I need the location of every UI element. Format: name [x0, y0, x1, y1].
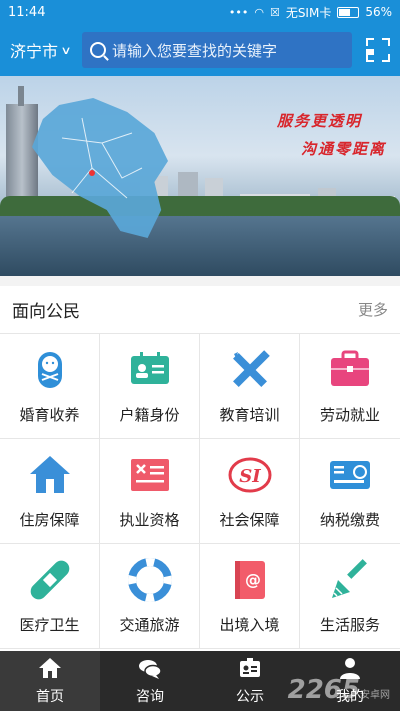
service-label: 生活服务: [319, 615, 380, 634]
lifebuoy-icon: [127, 557, 172, 602]
bottom-tab-bar: 首页 咨询 公示 我的 2265安卓网: [0, 651, 400, 711]
service-label: 交通旅游: [119, 615, 180, 634]
scan-icon[interactable]: [366, 38, 390, 62]
service-label: 劳动就业: [319, 405, 380, 424]
tab-label: 公示: [236, 689, 264, 705]
svg-text:SI: SI: [239, 466, 261, 487]
tax-card-icon: [330, 460, 370, 489]
service-label: 婚育收养: [19, 405, 80, 424]
house-icon: [29, 455, 70, 493]
tab-label: 首页: [36, 689, 64, 705]
more-link[interactable]: 更多: [358, 299, 388, 320]
service-label: 纳税缴费: [319, 510, 380, 529]
pencil-ruler-icon: [232, 349, 270, 387]
banner-image[interactable]: 服务更透明 沟通零距离: [0, 76, 400, 276]
bandage-icon: [30, 560, 69, 599]
notice-board-icon: [240, 658, 260, 677]
search-placeholder: 请输入您要查找的关键字: [112, 41, 278, 60]
dots-icon: •••: [228, 5, 249, 19]
sim-icon: ☒: [269, 5, 280, 19]
battery-percent: 56%: [365, 5, 392, 19]
service-item-social-security[interactable]: SI 社会保障: [200, 439, 300, 544]
service-label: 出境入境: [219, 615, 280, 634]
status-bar: 11:44 ••• ◠ ☒ 无SIM卡 56%: [0, 0, 400, 24]
service-label: 住房保障: [19, 510, 80, 529]
search-input[interactable]: 请输入您要查找的关键字: [82, 32, 352, 68]
watermark-logo: 2265安卓网: [287, 675, 390, 705]
app-header: 济宁市 ∨ 请输入您要查找的关键字: [0, 24, 400, 76]
service-item-medical[interactable]: 医疗卫生: [0, 544, 100, 649]
home-icon: [39, 658, 61, 678]
id-card-icon: [130, 351, 169, 384]
tab-label: 咨询: [136, 689, 164, 705]
citizen-services-section: 面向公民 更多 婚育收养 户籍身份 教育培训 劳动就业 住房保障 执业资格 SI…: [0, 286, 400, 651]
service-item-employment[interactable]: 劳动就业: [300, 334, 400, 439]
service-item-marriage[interactable]: 婚育收养: [0, 334, 100, 439]
banner-slogan-1: 服务更透明: [276, 112, 362, 130]
search-icon: [90, 42, 106, 58]
service-item-traffic[interactable]: 交通旅游: [100, 544, 200, 649]
svg-text:@: @: [245, 570, 261, 589]
service-label: 社会保障: [219, 510, 280, 529]
tab-notice[interactable]: 公示: [200, 651, 300, 711]
service-item-qualification[interactable]: 执业资格: [100, 439, 200, 544]
service-label: 执业资格: [119, 510, 180, 529]
service-grid: 婚育收养 户籍身份 教育培训 劳动就业 住房保障 执业资格 SI 社会保障 纳税…: [0, 334, 400, 649]
chevron-down-icon: ∨: [60, 43, 72, 57]
service-label: 教育培训: [219, 405, 280, 424]
service-item-housing[interactable]: 住房保障: [0, 439, 100, 544]
section-header: 面向公民 更多: [0, 286, 400, 334]
social-security-icon: SI: [228, 457, 271, 492]
wifi-icon: ◠: [254, 5, 264, 19]
baby-icon: [37, 351, 62, 388]
battery-icon: [337, 6, 360, 18]
map-regions: [61, 117, 143, 199]
service-item-household[interactable]: 户籍身份: [100, 334, 200, 439]
passport-icon: @: [234, 560, 265, 599]
city-selector[interactable]: 济宁市 ∨: [10, 38, 82, 62]
service-label: 医疗卫生: [19, 615, 80, 634]
service-item-education[interactable]: 教育培训: [200, 334, 300, 439]
banner-slogan-2: 沟通零距离: [300, 140, 386, 158]
brush-icon: [332, 558, 367, 598]
city-label: 济宁市: [10, 42, 59, 61]
section-title: 面向公民: [12, 302, 80, 322]
service-item-tax[interactable]: 纳税缴费: [300, 439, 400, 544]
briefcase-icon: [331, 350, 369, 386]
tab-home[interactable]: 首页: [0, 651, 100, 711]
network-label: 无SIM卡: [285, 5, 332, 20]
status-time: 11:44: [8, 4, 46, 20]
certificate-icon: [130, 458, 169, 491]
chat-icon: [139, 660, 162, 679]
service-item-life[interactable]: 生活服务: [300, 544, 400, 649]
tab-consult[interactable]: 咨询: [100, 651, 200, 711]
service-item-exit-entry[interactable]: @ 出境入境: [200, 544, 300, 649]
status-indicators: ••• ◠ ☒ 无SIM卡 56%: [229, 4, 392, 21]
service-label: 户籍身份: [119, 405, 180, 424]
